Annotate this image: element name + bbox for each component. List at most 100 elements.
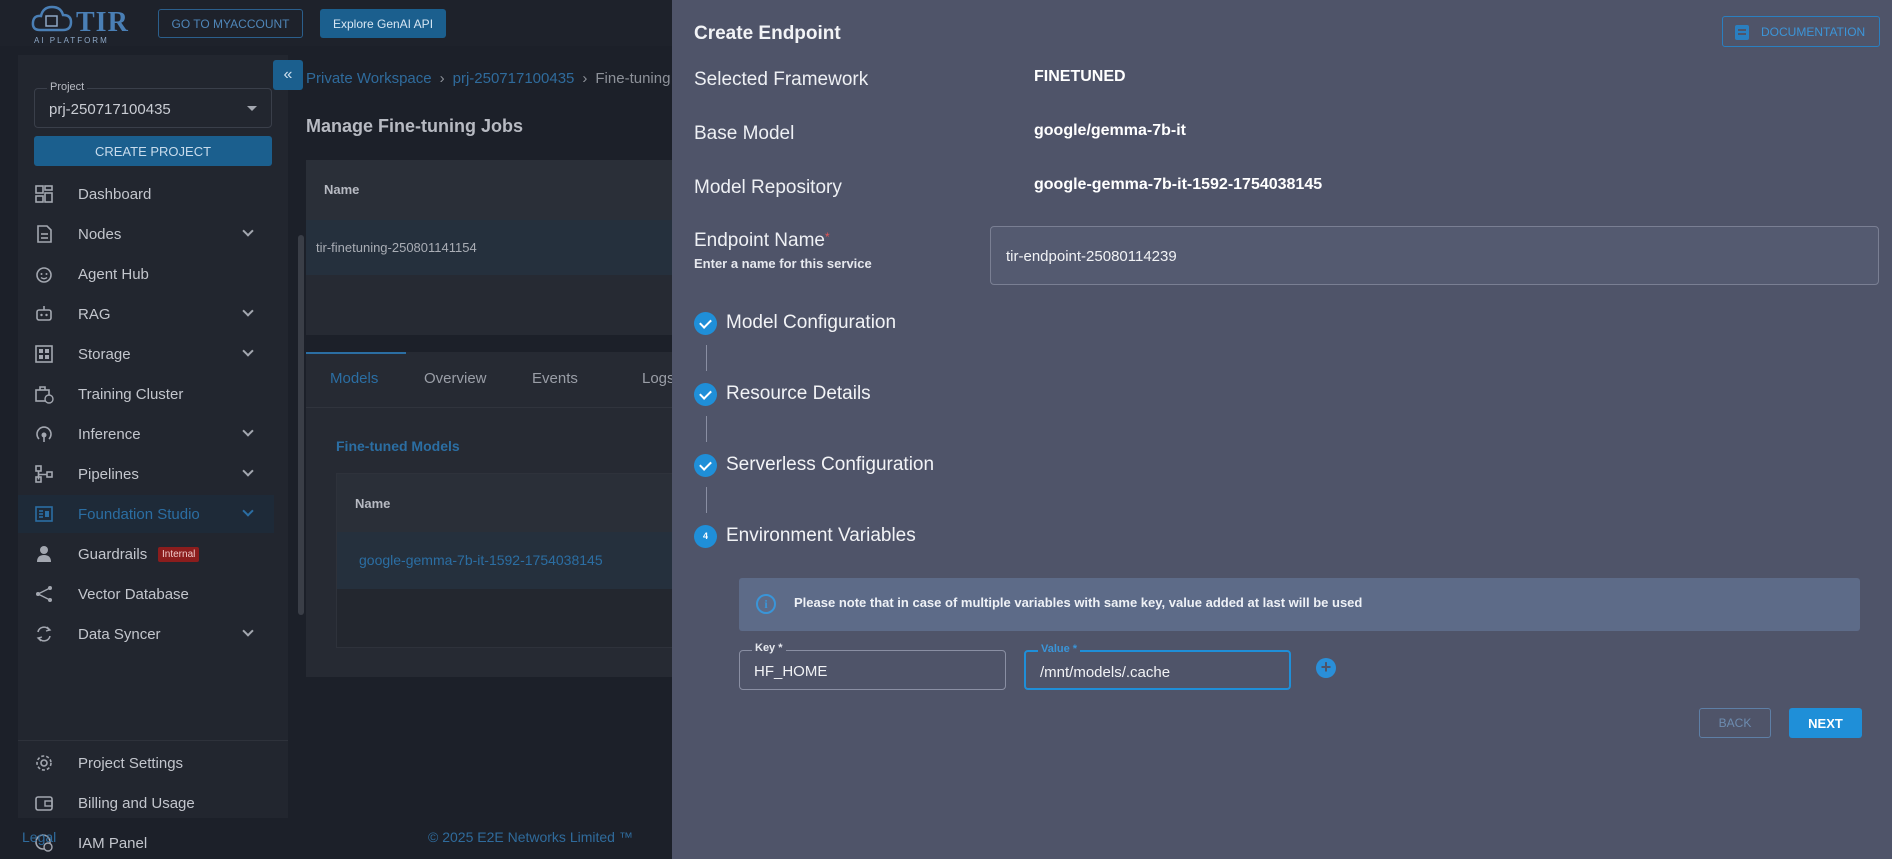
check-circle-icon — [694, 312, 717, 335]
sidebar-item-billing[interactable]: Billing and Usage — [18, 784, 274, 822]
sidebar-item-label: Foundation Studio — [78, 505, 200, 523]
column-header-name: Name — [355, 496, 391, 511]
sidebar-item-foundation-studio[interactable]: Foundation Studio — [18, 495, 274, 533]
chevron-down-icon — [242, 625, 254, 637]
create-project-button[interactable]: CREATE PROJECT — [34, 136, 272, 166]
project-select[interactable]: Project prj-250717100435 — [34, 81, 272, 128]
tab-models[interactable]: Models — [330, 370, 378, 387]
sync-icon — [36, 626, 52, 642]
sidebar-item-iam-panel[interactable]: IAM Panel — [18, 824, 274, 859]
sidebar-item-inference[interactable]: Inference — [18, 415, 274, 453]
sidebar-item-rag[interactable]: RAG — [18, 295, 274, 333]
check-circle-icon — [694, 454, 717, 477]
sidebar-item-label: Data Syncer — [78, 625, 161, 643]
go-to-myaccount-button[interactable]: GO TO MYACCOUNT — [158, 9, 303, 38]
internal-badge: Internal — [158, 546, 200, 562]
tir-logo[interactable]: TIR AI PLATFORM — [30, 4, 130, 45]
project-select-value: prj-250717100435 — [49, 101, 171, 118]
step-connector — [706, 416, 707, 442]
add-variable-plus-icon[interactable]: + — [1316, 658, 1336, 678]
sidebar-item-storage[interactable]: Storage — [18, 335, 274, 373]
foundation-studio-icon — [35, 506, 53, 522]
info-icon: i — [756, 594, 776, 614]
sidebar-item-nodes[interactable]: Nodes — [18, 215, 274, 253]
explore-genai-api-button[interactable]: Explore GenAI API — [320, 9, 446, 38]
sidebar-item-training-cluster[interactable]: Training Cluster — [18, 375, 274, 413]
sidebar-item-label: Project Settings — [78, 754, 184, 772]
legal-link[interactable]: Legal — [22, 829, 56, 845]
sidebar-item-label: Nodes — [78, 225, 122, 243]
breadcrumb-project[interactable]: prj-250717100435 — [453, 70, 575, 87]
chevron-down-icon — [242, 305, 254, 317]
endpoint-name-value: tir-endpoint-25080114239 — [1006, 248, 1177, 265]
inference-icon — [36, 426, 52, 442]
logo-subtext: AI PLATFORM — [34, 36, 109, 45]
project-select-label: Project — [47, 81, 88, 93]
guardrails-icon — [37, 546, 51, 562]
sidebar-item-guardrails[interactable]: Guardrails Internal — [18, 535, 274, 573]
table-header: Name — [337, 474, 687, 532]
job-name: tir-finetuning-250801141154 — [316, 240, 477, 255]
table-row[interactable]: google-gemma-7b-it-1592-1754038145 — [337, 532, 687, 589]
breadcrumb-current: Fine-tuning — [595, 70, 671, 87]
wallet-icon — [35, 796, 53, 811]
sidebar-item-project-settings[interactable]: Project Settings — [18, 744, 274, 782]
sidebar-item-label: Billing and Usage — [78, 794, 195, 812]
documentation-button[interactable]: DOCUMENTATION — [1722, 16, 1880, 47]
create-endpoint-drawer: Create Endpoint DOCUMENTATION Selected F… — [672, 0, 1892, 859]
table-header: Name — [306, 160, 686, 220]
finetuned-models-title: Fine-tuned Models — [336, 438, 460, 454]
back-button[interactable]: BACK — [1699, 708, 1771, 738]
model-repository-label: Model Repository — [694, 177, 842, 198]
sidebar-item-dashboard[interactable]: Dashboard — [18, 175, 274, 213]
drawer-title: Create Endpoint — [694, 23, 841, 44]
chevron-down-icon — [242, 345, 254, 357]
step-connector — [706, 345, 707, 371]
sidebar-item-label: Vector Database — [78, 585, 189, 603]
page-title: Manage Fine-tuning Jobs — [306, 116, 524, 136]
vector-db-icon — [36, 586, 52, 602]
column-header-name: Name — [324, 182, 360, 197]
required-asterisk: * — [824, 230, 830, 244]
storage-icon — [35, 345, 53, 363]
env-value-label: Value * — [1038, 643, 1081, 655]
env-key-field[interactable]: Key * HF_HOME — [739, 642, 1006, 690]
tab-events[interactable]: Events — [532, 370, 578, 387]
sidebar-item-label: Inference — [78, 425, 141, 443]
caret-down-icon — [247, 106, 257, 111]
endpoint-name-label: Endpoint Name* — [694, 230, 830, 251]
nodes-icon — [37, 225, 52, 243]
tab-logs[interactable]: Logs — [642, 370, 675, 387]
env-value-field[interactable]: Value * /mnt/models/.cache — [1024, 643, 1291, 690]
sidebar-item-pipelines[interactable]: Pipelines — [18, 455, 274, 493]
endpoint-name-input[interactable]: tir-endpoint-25080114239 — [990, 226, 1879, 285]
documentation-label: DOCUMENTATION — [1761, 24, 1866, 39]
sidebar-item-data-syncer[interactable]: Data Syncer — [18, 615, 274, 653]
step-number-icon: 4 — [694, 525, 717, 548]
model-name-link[interactable]: google-gemma-7b-it-1592-1754038145 — [359, 552, 603, 568]
robot-icon — [36, 306, 52, 321]
agent-hub-icon — [36, 267, 52, 283]
info-alert: i Please note that in case of multiple v… — [739, 578, 1860, 631]
chevron-down-icon — [242, 225, 254, 237]
sidebar-divider — [18, 740, 288, 741]
sidebar-item-agent-hub[interactable]: Agent Hub — [18, 255, 274, 293]
sidebar-scrollbar[interactable] — [298, 235, 304, 615]
info-text: Please note that in case of multiple var… — [794, 595, 1363, 610]
step-connector — [706, 487, 707, 513]
sidebar-item-label: RAG — [78, 305, 111, 323]
selected-framework-label: Selected Framework — [694, 69, 869, 90]
collapse-sidebar-button[interactable]: « — [273, 60, 303, 90]
tab-overview[interactable]: Overview — [424, 370, 487, 387]
sidebar-item-label: Pipelines — [78, 465, 139, 483]
chevron-down-icon — [242, 465, 254, 477]
table-row[interactable]: tir-finetuning-250801141154 — [306, 220, 686, 275]
next-button[interactable]: NEXT — [1789, 708, 1862, 738]
base-model-value: google/gemma-7b-it — [1034, 122, 1187, 139]
job-detail-card: Models Overview Events Logs Fine-tuned M… — [306, 352, 687, 677]
env-key-label: Key * — [752, 642, 786, 654]
breadcrumb-workspace[interactable]: Private Workspace — [306, 70, 432, 87]
endpoint-name-hint: Enter a name for this service — [694, 256, 872, 271]
jobs-table: Name tir-finetuning-250801141154 — [306, 160, 686, 335]
sidebar-item-vector-database[interactable]: Vector Database — [18, 575, 274, 613]
